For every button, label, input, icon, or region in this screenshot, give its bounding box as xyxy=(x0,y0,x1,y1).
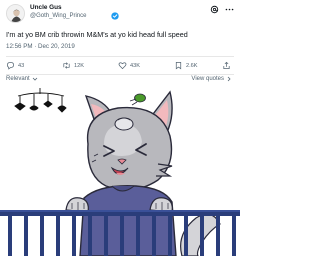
like-button[interactable]: 43K xyxy=(118,61,140,70)
bookmark-icon xyxy=(175,61,182,70)
view-quotes-label: View quotes xyxy=(191,76,224,82)
retweet-count: 12K xyxy=(74,62,84,69)
author-display-name[interactable]: Uncle Gus xyxy=(30,4,62,11)
verified-badge-icon xyxy=(111,12,119,20)
reply-button[interactable]: 43 xyxy=(6,61,24,70)
candy-icon xyxy=(134,93,146,103)
retweet-icon xyxy=(63,62,70,69)
share-icon xyxy=(223,61,230,70)
action-bar: 43 12K 43K 2.6K xyxy=(0,61,240,73)
author-handle[interactable]: @Goth_Wing_Prince xyxy=(30,13,86,19)
avatar[interactable] xyxy=(6,4,25,23)
more-icon[interactable] xyxy=(225,5,234,14)
sort-label: Relevant xyxy=(6,76,30,82)
like-count: 43K xyxy=(130,62,140,69)
sort-dropdown[interactable]: Relevant xyxy=(6,76,38,82)
tweet-header: Uncle Gus @Goth_Wing_Prince xyxy=(0,0,240,28)
reply-icon xyxy=(6,61,15,70)
chevron-down-icon xyxy=(32,77,37,81)
divider xyxy=(6,56,234,57)
divider xyxy=(6,74,234,75)
share-button[interactable] xyxy=(222,61,231,70)
view-quotes-link[interactable]: View quotes xyxy=(191,76,232,82)
threads-icon[interactable] xyxy=(210,5,219,14)
bookmark-button[interactable]: 2.6K xyxy=(174,61,198,70)
tweet-timestamp[interactable]: 12:56 PM · Dec 20, 2019 xyxy=(6,43,75,50)
retweet-button[interactable]: 12K xyxy=(62,61,84,70)
bookmark-count: 2.6K xyxy=(186,62,198,69)
tweet-text: I'm at yo BM crib throwin M&M's at yo ki… xyxy=(6,30,188,39)
heart-icon xyxy=(118,62,127,70)
tweet-media-image[interactable] xyxy=(0,84,240,256)
chevron-right-icon xyxy=(227,76,231,82)
reply-count: 43 xyxy=(18,62,25,69)
